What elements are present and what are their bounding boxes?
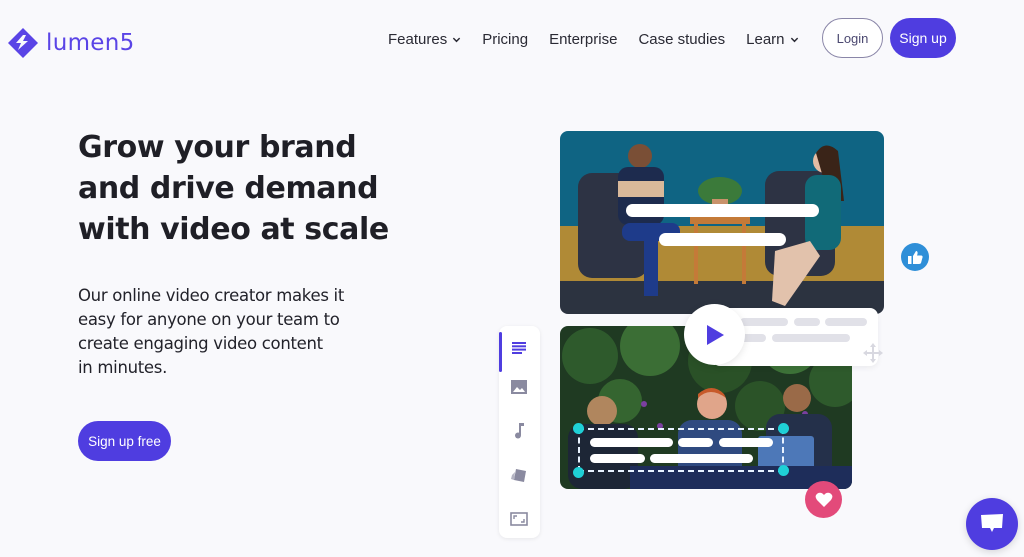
video-scene-top xyxy=(560,131,884,314)
like-badge xyxy=(901,243,929,271)
heart-badge xyxy=(805,481,842,518)
heart-icon xyxy=(815,492,832,507)
hero-title: Grow your brand and drive demand with vi… xyxy=(78,127,389,250)
caption-line xyxy=(626,204,819,217)
resize-frame-icon[interactable] xyxy=(508,508,530,530)
lumen5-logo-icon xyxy=(8,28,38,58)
active-tool-indicator xyxy=(499,332,502,372)
placeholder-line xyxy=(794,318,820,326)
placeholder-line xyxy=(740,318,788,326)
editor-toolbar xyxy=(499,326,540,538)
hero-subtitle-line: in minutes. xyxy=(78,358,168,377)
thumbs-up-icon xyxy=(907,251,923,264)
nav-item-label: Case studies xyxy=(638,31,726,48)
hero-subtitle-line: create engaging video content xyxy=(78,334,323,353)
hero-subtitle: Our online video creator makes it easy f… xyxy=(78,284,344,380)
resize-handle-bottom-right[interactable] xyxy=(778,465,789,476)
nav-item-enterprise[interactable]: Enterprise xyxy=(549,31,617,48)
brand-logo[interactable]: lumen5 xyxy=(6,26,135,60)
hero-subtitle-line: Our online video creator makes it xyxy=(78,286,345,305)
nav-item-label: Enterprise xyxy=(549,31,618,48)
meeting-photo xyxy=(560,131,884,314)
resize-handle-top-left[interactable] xyxy=(573,423,584,434)
move-arrows-icon[interactable] xyxy=(862,342,884,364)
signup-button[interactable]: Sign up xyxy=(890,18,956,58)
nav-item-case-studies[interactable]: Case studies xyxy=(638,31,725,48)
text-lines-icon[interactable] xyxy=(508,337,530,359)
placeholder-line xyxy=(772,334,850,342)
brand-cards-icon[interactable] xyxy=(508,464,530,486)
caption-line xyxy=(590,454,645,463)
nav-item-label: Features xyxy=(388,31,448,48)
hero-title-line: and drive demand xyxy=(78,171,379,206)
brand-name: lumen5 xyxy=(46,30,135,56)
chevron-down-icon xyxy=(790,37,798,43)
chevron-down-icon xyxy=(453,37,461,43)
image-icon[interactable] xyxy=(508,376,530,398)
hero-title-line: Grow your brand xyxy=(78,130,357,165)
caption-line xyxy=(659,233,786,246)
resize-handle-top-right[interactable] xyxy=(778,423,789,434)
nav-item-learn[interactable]: Learn xyxy=(746,31,798,48)
caption-line xyxy=(650,454,753,463)
caption-line xyxy=(719,438,773,447)
placeholder-line xyxy=(825,318,867,326)
chat-button[interactable] xyxy=(966,498,1018,550)
main-nav: Features Pricing Enterprise Case studies… xyxy=(388,31,799,48)
signup-free-button[interactable]: Sign up free xyxy=(78,421,171,461)
nav-item-label: Pricing xyxy=(482,31,529,48)
play-icon xyxy=(706,324,724,345)
hero-title-line: with video at scale xyxy=(78,212,389,247)
music-note-icon[interactable] xyxy=(508,420,530,442)
nav-item-features[interactable]: Features xyxy=(388,31,461,48)
nav-item-pricing[interactable]: Pricing xyxy=(482,31,528,48)
hero-subtitle-line: easy for anyone on your team to xyxy=(78,310,340,329)
nav-item-label: Learn xyxy=(746,31,785,48)
caption-line xyxy=(678,438,713,447)
caption-line xyxy=(590,438,673,447)
login-button[interactable]: Login xyxy=(822,18,883,58)
play-button[interactable] xyxy=(684,304,745,365)
resize-handle-bottom-left[interactable] xyxy=(573,467,584,478)
chat-bubble-icon xyxy=(981,514,1003,532)
text-selection-box[interactable] xyxy=(578,428,784,472)
